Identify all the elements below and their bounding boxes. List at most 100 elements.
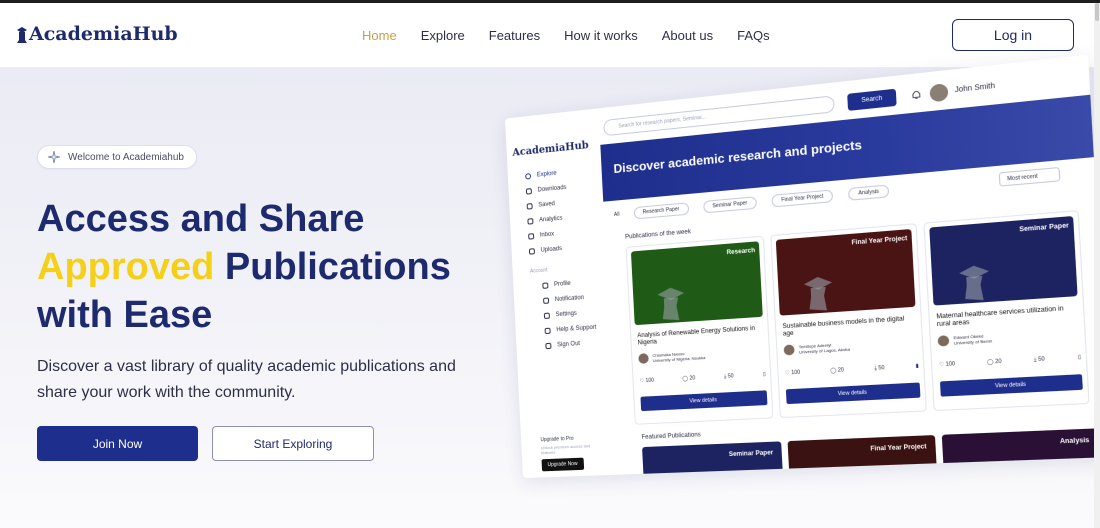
mockup-filter-chip: Analysis (848, 184, 890, 201)
welcome-badge-text: Welcome to Academiahub (68, 151, 184, 163)
graduation-cap-icon (803, 275, 833, 312)
nav-link-explore[interactable]: Explore (421, 28, 465, 43)
mockup-account-label: Settings (555, 310, 578, 318)
mail-icon (528, 232, 535, 240)
headset-icon (544, 327, 551, 334)
mockup-sidebar-label: Uploads (540, 245, 563, 254)
mockup-featured-tag: Seminar Paper (728, 450, 774, 459)
mockup-comments: ◯ 20 (986, 358, 1002, 366)
mockup-downloads: ⤓ 50 (723, 373, 734, 380)
mockup-upgrade-button: Upgrade Now (541, 457, 584, 472)
mockup-section-week: Publications of the week (625, 229, 692, 241)
mockup-bell-icon (912, 89, 922, 100)
mockup-card-stats: ♡ 100 ◯ 20 ⤓ 50 ▯ (639, 371, 766, 384)
mockup-sidebar-label: Analytics (538, 215, 563, 224)
mockup-view-details-button: View details (939, 374, 1083, 397)
mockup-comments-count: 20 (994, 358, 1002, 366)
top-nav: AcademiaHub Home Explore Features How it… (0, 3, 1094, 68)
mockup-downloads: ⤓ 50 (1033, 356, 1045, 364)
app-mockup-screen: AcademiaHub Explore Downloads Saved Anal… (504, 54, 1094, 479)
bookmark-icon: ▯ (762, 371, 766, 378)
join-now-button[interactable]: Join Now (37, 426, 198, 461)
mockup-featured-tag: Analysis (1059, 437, 1090, 446)
nav-link-how-it-works[interactable]: How it works (564, 28, 638, 43)
start-exploring-button[interactable]: Start Exploring (212, 426, 374, 461)
hero-title-highlight: Approved (37, 246, 215, 288)
mockup-filter-chip: All (613, 211, 620, 219)
compass-icon (525, 172, 532, 180)
logout-icon (545, 342, 552, 349)
mockup-card-author: Temitope Adeniyi University of Lagos, Ako… (783, 341, 850, 356)
scrollbar-thumb[interactable] (1095, 3, 1099, 21)
nav-link-about-us[interactable]: About us (662, 28, 713, 43)
mockup-section-featured: Featured Publications (641, 432, 702, 441)
user-icon (542, 281, 549, 289)
welcome-badge: Welcome to Academiahub (37, 145, 197, 169)
mockup-comments: ◯ 20 (830, 367, 845, 375)
mockup-account-label: Notification (554, 294, 585, 303)
mockup-card-stats: ♡ 100 ◯ 20 ⤓ 50 ▯ (939, 354, 1081, 368)
page: AcademiaHub Home Explore Features How it… (0, 3, 1094, 528)
hero-section: Welcome to Academiahub Access and Share … (0, 54, 1094, 528)
mockup-card-title: Analysis of Renewable Energy Solutions i… (637, 325, 756, 347)
bookmark-icon (526, 202, 533, 210)
chart-icon (527, 217, 534, 225)
logo-text: AcademiaHub (29, 23, 178, 45)
nav-link-faqs[interactable]: FAQs (737, 28, 770, 43)
mockup-sidebar-label: Inbox (539, 230, 555, 239)
mockup-sort-select: Most recent (998, 166, 1061, 187)
mockup-view-details-button: View details (785, 382, 921, 405)
mockup-author-institution: University of Benin (953, 338, 993, 346)
mockup-featured-card: Analysis (941, 428, 1094, 468)
hero-title-line1: Access and Share (37, 198, 365, 240)
mockup-pub-card: Final Year Project Sustainable business … (770, 223, 927, 419)
mockup-banner: Discover academic research and projects (600, 94, 1094, 202)
nav-link-home[interactable]: Home (362, 28, 397, 43)
mockup-author-avatar (638, 353, 649, 364)
mockup-avatar (929, 83, 949, 103)
mockup-featured-card: Final Year Project (787, 435, 937, 473)
nav-link-features[interactable]: Features (489, 28, 540, 43)
mockup-likes-count: 100 (945, 360, 956, 369)
mockup-account-label: Help & Support (556, 324, 597, 333)
mockup-view-details-button: View details (640, 390, 768, 412)
graduation-cap-icon (958, 264, 990, 302)
mockup-author-avatar (783, 344, 795, 356)
login-button[interactable]: Log in (952, 19, 1074, 51)
upload-icon (528, 247, 535, 255)
mockup-user-name: John Smith (954, 82, 996, 95)
graduation-cap-icon (657, 286, 685, 322)
mockup-card-author: Edward Okeke University of Benin (937, 333, 992, 347)
mockup-likes-count: 100 (645, 377, 655, 385)
nav-links: Home Explore Features How it works About… (362, 28, 794, 43)
site-logo[interactable]: AcademiaHub (16, 23, 178, 45)
mockup-downloads-count: 50 (727, 373, 734, 380)
mockup-filter-chip: Final Year Project (771, 189, 834, 208)
mockup-upgrade-title: Upgrade to Pro (540, 435, 574, 444)
mockup-search-button: Search (847, 88, 897, 111)
logo-mark-icon (17, 27, 27, 43)
hero-title-line3: with Ease (37, 294, 213, 336)
mockup-pub-card: Research Analysis of Renewable Energy So… (625, 235, 774, 425)
mockup-comments-count: 20 (689, 375, 696, 382)
mockup-likes: ♡ 100 (784, 369, 801, 377)
sparkle-icon (48, 151, 60, 163)
mockup-featured-card: Seminar Paper (642, 441, 783, 478)
mockup-banner-title: Discover academic research and projects (613, 137, 863, 177)
mockup-downloads: ⤓ 50 (874, 364, 885, 372)
mockup-comments-count: 20 (837, 367, 845, 374)
bell-icon (543, 296, 550, 304)
mockup-account-label: Profile (553, 280, 571, 288)
mockup-downloads-count: 50 (878, 364, 885, 372)
mockup-logo: AcademiaHub (512, 139, 589, 159)
mockup-pub-card: Seminar Paper Maternal healthcare servic… (923, 209, 1090, 412)
mockup-filter-chip: Seminar Paper (702, 196, 758, 214)
mockup-sidebar-label: Downloads (537, 184, 567, 194)
mockup-account-label: Sign Out (556, 340, 581, 348)
gear-icon (543, 312, 550, 319)
page-scrollbar[interactable] (1094, 3, 1100, 528)
mockup-downloads-count: 50 (1038, 356, 1045, 364)
mockup-likes: ♡ 100 (639, 377, 655, 385)
mockup-likes-count: 100 (791, 369, 801, 377)
hero-title-line2: Publications (224, 246, 451, 288)
